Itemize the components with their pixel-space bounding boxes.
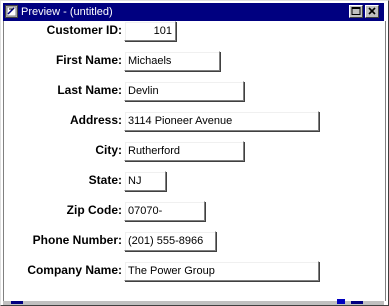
first-name-field[interactable]: Michaels bbox=[124, 51, 220, 71]
city-field[interactable]: Rutherford bbox=[124, 141, 244, 161]
state-field[interactable]: NJ bbox=[124, 171, 166, 191]
zip-code-label: Zip Code: bbox=[66, 203, 122, 217]
address-label: Address: bbox=[69, 113, 122, 127]
bottom-border bbox=[3, 301, 384, 305]
bottom-right-edge-mark-2 bbox=[351, 301, 363, 304]
phone-number-field[interactable]: (201) 555-8966 bbox=[124, 231, 216, 251]
state-label: State: bbox=[88, 173, 122, 187]
city-label: City: bbox=[95, 143, 122, 157]
preview-window: Preview - (untitled) Customer ID: 101 Fi… bbox=[0, 0, 389, 306]
address-field[interactable]: 3114 Pioneer Avenue bbox=[124, 111, 319, 131]
phone-number-label: Phone Number: bbox=[32, 233, 122, 247]
bottom-left-edge-mark bbox=[11, 301, 23, 304]
maximize-icon bbox=[351, 7, 361, 15]
form-area: Customer ID: 101 First Name: Michaels La… bbox=[3, 21, 386, 301]
zip-code-field[interactable]: 07070- bbox=[124, 201, 205, 221]
last-name-label: Last Name: bbox=[57, 83, 122, 97]
title-bar[interactable]: Preview - (untitled) bbox=[3, 3, 384, 21]
close-icon bbox=[368, 7, 376, 15]
company-name-field[interactable]: The Power Group bbox=[124, 261, 319, 281]
maximize-button[interactable] bbox=[349, 5, 363, 18]
customer-id-label: Customer ID: bbox=[46, 23, 122, 37]
bottom-right-edge-mark bbox=[337, 299, 345, 304]
customer-id-field[interactable]: 101 bbox=[124, 21, 176, 41]
first-name-label: First Name: bbox=[55, 53, 122, 67]
company-name-label: Company Name: bbox=[27, 263, 122, 277]
close-button[interactable] bbox=[365, 5, 379, 18]
window-title: Preview - (untitled) bbox=[21, 6, 113, 18]
last-name-field[interactable]: Devlin bbox=[124, 81, 244, 101]
window-app-icon[interactable] bbox=[5, 5, 18, 18]
